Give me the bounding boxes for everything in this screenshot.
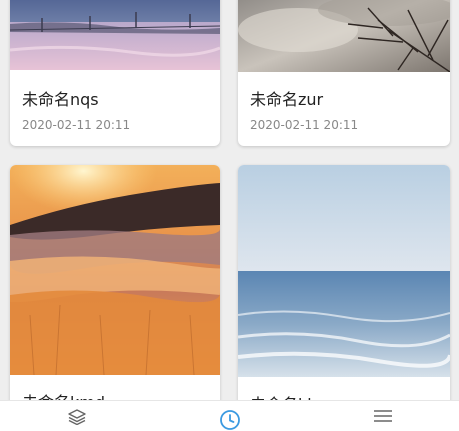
note-date: 2020-02-11 20:11 xyxy=(22,118,131,132)
bottom-tab-bar xyxy=(0,400,459,431)
note-title: 未命名kmd xyxy=(22,389,105,400)
note-card[interactable]: 未命名zur 2020-02-11 20:11 xyxy=(238,0,450,146)
note-thumbnail xyxy=(10,0,220,70)
note-thumbnail xyxy=(238,165,450,377)
layers-icon xyxy=(67,409,86,425)
notes-grid[interactable]: 未命名nqs 2020-02-11 20:11 未命名zur 2020-02-1… xyxy=(0,0,459,400)
note-title: 未命名khm xyxy=(250,391,333,400)
clock-icon xyxy=(219,410,240,430)
note-title: 未命名zur xyxy=(250,90,324,109)
tab-list[interactable] xyxy=(306,401,459,431)
note-thumbnail xyxy=(10,165,220,375)
note-card[interactable]: 未命名kmd xyxy=(10,165,220,400)
note-title: 未命名nqs xyxy=(22,90,99,109)
tab-layers[interactable] xyxy=(0,401,153,431)
note-card[interactable]: 未命名nqs 2020-02-11 20:11 xyxy=(10,0,220,146)
list-icon xyxy=(373,410,392,422)
note-date: 2020-02-11 20:11 xyxy=(250,118,359,132)
tab-recent[interactable] xyxy=(153,401,306,431)
note-card[interactable]: 未命名khm xyxy=(238,165,450,400)
note-thumbnail xyxy=(238,0,450,72)
